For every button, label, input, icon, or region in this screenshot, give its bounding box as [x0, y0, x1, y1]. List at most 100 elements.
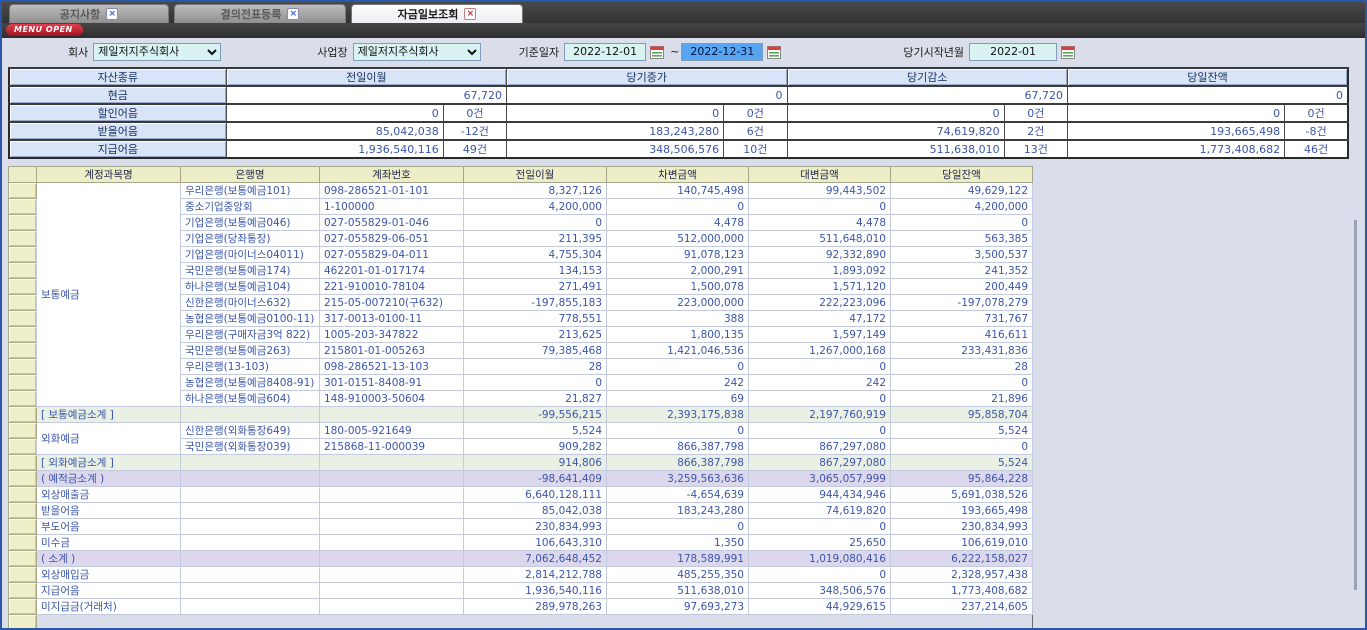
row-selector-cell[interactable] — [9, 551, 37, 567]
row-selector-cell[interactable] — [9, 423, 37, 439]
prev-balance-cell[interactable]: 6,640,128,111 — [464, 487, 607, 503]
debit-cell[interactable]: 97,693,273 — [607, 599, 749, 615]
prev-balance-cell[interactable]: 8,327,126 — [464, 183, 607, 199]
balance-cell[interactable]: 106,619,010 — [891, 535, 1033, 551]
prev-balance-cell[interactable]: 0 — [464, 215, 607, 231]
prev-balance-cell[interactable]: 4,200,000 — [464, 199, 607, 215]
account-cell[interactable]: 보통예금 — [37, 183, 181, 407]
debit-cell[interactable]: 388 — [607, 311, 749, 327]
debit-cell[interactable]: 512,000,000 — [607, 231, 749, 247]
account-cell[interactable]: 외상매입금 — [37, 567, 181, 583]
debit-cell[interactable]: 511,638,010 — [607, 583, 749, 599]
menu-open-button[interactable]: MENU OPEN — [6, 24, 83, 36]
credit-cell[interactable]: 44,929,615 — [749, 599, 891, 615]
bank-cell[interactable]: 국민은행(보통예금174) — [181, 263, 320, 279]
prev-balance-cell[interactable]: 2,814,212,788 — [464, 567, 607, 583]
prev-balance-cell[interactable]: 79,385,468 — [464, 343, 607, 359]
period-start-input[interactable]: 2022-01 — [969, 43, 1057, 61]
account-number-cell[interactable]: 1-100000 — [320, 199, 464, 215]
prev-balance-cell[interactable]: 134,153 — [464, 263, 607, 279]
credit-cell[interactable]: 348,506,576 — [749, 583, 891, 599]
credit-cell[interactable]: 0 — [749, 359, 891, 375]
balance-cell[interactable]: 4,200,000 — [891, 199, 1033, 215]
balance-cell[interactable]: 6,222,158,027 — [891, 551, 1033, 567]
account-number-cell[interactable]: 098-286521-13-103 — [320, 359, 464, 375]
account-number-cell[interactable]: 148-910003-50604 — [320, 391, 464, 407]
bank-cell[interactable] — [181, 519, 320, 535]
prev-balance-cell[interactable]: 211,395 — [464, 231, 607, 247]
prev-balance-cell[interactable]: 85,042,038 — [464, 503, 607, 519]
prev-balance-cell[interactable]: -197,855,183 — [464, 295, 607, 311]
credit-cell[interactable]: 222,223,096 — [749, 295, 891, 311]
calendar-icon[interactable] — [1061, 45, 1075, 59]
detail-row[interactable]: 받을어음85,042,038183,243,28074,619,820193,6… — [9, 503, 1033, 519]
calendar-icon[interactable] — [650, 45, 664, 59]
balance-cell[interactable]: 200,449 — [891, 279, 1033, 295]
account-number-cell[interactable]: 027-055829-01-046 — [320, 215, 464, 231]
account-cell[interactable]: 지급어음 — [37, 583, 181, 599]
account-cell[interactable]: 미수금 — [37, 535, 181, 551]
debit-cell[interactable]: 0 — [607, 423, 749, 439]
prev-balance-cell[interactable]: 5,524 — [464, 423, 607, 439]
debit-cell[interactable]: 485,255,350 — [607, 567, 749, 583]
credit-cell[interactable]: 2,197,760,919 — [749, 407, 891, 423]
bank-cell[interactable]: 기업은행(보통예금046) — [181, 215, 320, 231]
credit-cell[interactable]: 25,650 — [749, 535, 891, 551]
debit-cell[interactable]: 1,350 — [607, 535, 749, 551]
tab-funds-daily-report[interactable]: 자금일보조회 × — [351, 4, 523, 23]
prev-balance-cell[interactable]: 21,827 — [464, 391, 607, 407]
account-number-cell[interactable] — [320, 583, 464, 599]
row-selector-cell[interactable] — [9, 407, 37, 423]
credit-cell[interactable]: 0 — [749, 567, 891, 583]
account-number-cell[interactable]: 180-005-921649 — [320, 423, 464, 439]
bank-cell[interactable]: 기업은행(당좌통장) — [181, 231, 320, 247]
account-number-cell[interactable]: 1005-203-347822 — [320, 327, 464, 343]
account-number-cell[interactable] — [320, 455, 464, 471]
bank-cell[interactable] — [181, 471, 320, 487]
debit-cell[interactable]: 1,500,078 — [607, 279, 749, 295]
debit-cell[interactable]: 3,259,563,636 — [607, 471, 749, 487]
row-selector-cell[interactable] — [9, 311, 37, 327]
prev-balance-cell[interactable]: -99,556,215 — [464, 407, 607, 423]
balance-cell[interactable]: 21,896 — [891, 391, 1033, 407]
prev-balance-cell[interactable]: 230,834,993 — [464, 519, 607, 535]
credit-cell[interactable]: 511,648,010 — [749, 231, 891, 247]
balance-cell[interactable]: 233,431,836 — [891, 343, 1033, 359]
balance-cell[interactable]: 0 — [891, 215, 1033, 231]
account-number-cell[interactable]: 221-910010-78104 — [320, 279, 464, 295]
detail-row[interactable]: [ 보통예금소계 ]-99,556,2152,393,175,8382,197,… — [9, 407, 1033, 423]
debit-cell[interactable]: 183,243,280 — [607, 503, 749, 519]
balance-cell[interactable]: 1,773,408,682 — [891, 583, 1033, 599]
account-number-cell[interactable] — [320, 487, 464, 503]
base-date-from-input[interactable]: 2022-12-01 — [564, 43, 646, 61]
account-number-cell[interactable]: 317-0013-0100-11 — [320, 311, 464, 327]
row-selector-cell[interactable] — [9, 391, 37, 407]
balance-cell[interactable]: 95,858,704 — [891, 407, 1033, 423]
credit-cell[interactable]: 99,443,502 — [749, 183, 891, 199]
balance-cell[interactable]: 230,834,993 — [891, 519, 1033, 535]
balance-cell[interactable]: 0 — [891, 439, 1033, 455]
account-number-cell[interactable]: 215868-11-000039 — [320, 439, 464, 455]
credit-cell[interactable]: 3,065,057,999 — [749, 471, 891, 487]
prev-balance-cell[interactable]: 213,625 — [464, 327, 607, 343]
balance-cell[interactable]: 241,352 — [891, 263, 1033, 279]
company-select[interactable]: 제일저지주식회사 — [93, 43, 221, 61]
account-cell[interactable]: 미지급금(거래처) — [37, 599, 181, 615]
detail-row[interactable]: ( 예적금소계 )-98,641,4093,259,563,6363,065,0… — [9, 471, 1033, 487]
balance-cell[interactable]: 28 — [891, 359, 1033, 375]
vertical-scrollbar[interactable] — [1354, 220, 1357, 590]
debit-cell[interactable]: 0 — [607, 359, 749, 375]
detail-row[interactable]: 외상매출금6,640,128,111-4,654,639944,434,9465… — [9, 487, 1033, 503]
prev-balance-cell[interactable]: 914,806 — [464, 455, 607, 471]
account-number-cell[interactable]: 215801-01-005263 — [320, 343, 464, 359]
bank-cell[interactable] — [181, 503, 320, 519]
tab-notice[interactable]: 공지사항 × — [9, 4, 169, 23]
balance-cell[interactable]: 237,214,605 — [891, 599, 1033, 615]
row-selector-cell[interactable] — [9, 439, 37, 455]
balance-cell[interactable]: 95,864,228 — [891, 471, 1033, 487]
row-selector-cell[interactable] — [9, 487, 37, 503]
bank-cell[interactable]: 신한은행(외화통장649) — [181, 423, 320, 439]
credit-cell[interactable]: 1,893,092 — [749, 263, 891, 279]
credit-cell[interactable]: 867,297,080 — [749, 439, 891, 455]
row-selector-cell[interactable] — [9, 343, 37, 359]
